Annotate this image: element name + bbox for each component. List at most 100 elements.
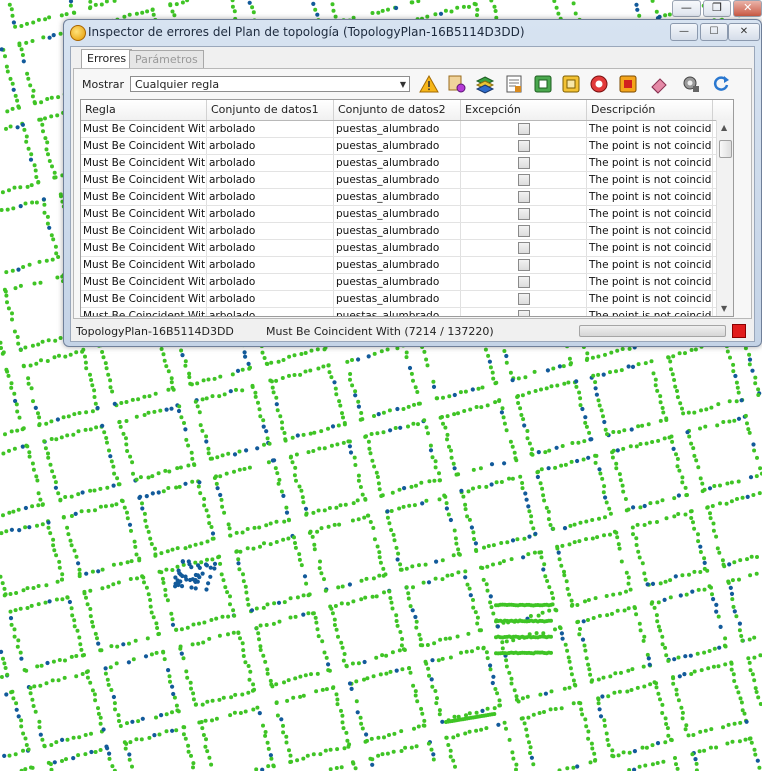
host-window-controls: — ❐ ✕ xyxy=(672,0,762,17)
table-row[interactable]: Must Be Coincident With arbolado puestas_a… xyxy=(81,257,733,274)
flash-error-icon xyxy=(590,75,608,93)
table-body: Must Be Coincident With arbolado puestas_a… xyxy=(81,121,733,316)
exception-checkbox[interactable] xyxy=(517,208,530,220)
row-exception-cell xyxy=(461,138,587,154)
row-rule-cell: Must Be Coincident With xyxy=(83,121,207,137)
row-dataset1-cell: arbolado xyxy=(207,206,334,222)
row-rule-cell: Must Be Coincident With xyxy=(83,155,207,171)
warning-button[interactable] xyxy=(418,73,440,95)
settings-button[interactable] xyxy=(680,73,702,95)
exception-checkbox[interactable] xyxy=(517,123,530,135)
row-dataset1-cell: arbolado xyxy=(207,155,334,171)
exception-checkbox[interactable] xyxy=(517,157,530,169)
zoom-extent-button[interactable] xyxy=(532,73,554,95)
stop-record-icon xyxy=(619,75,637,93)
exception-checkbox[interactable] xyxy=(517,259,530,271)
column-header-regla[interactable]: Regla xyxy=(81,100,207,120)
layers-button[interactable] xyxy=(474,73,496,95)
column-header-excepcion[interactable]: Excepción xyxy=(461,100,587,120)
row-description-cell: The point is not coincid... xyxy=(589,189,713,205)
refresh-button[interactable] xyxy=(710,73,732,95)
row-dataset2-cell: puestas_alumbrado xyxy=(334,206,461,222)
table-scrollbar[interactable]: ▲ ▼ xyxy=(716,120,733,316)
table-row[interactable]: Must Be Coincident With arbolado puestas_a… xyxy=(81,291,733,308)
errors-panel: Mostrar Cualquier regla ▼ Regla Conjunto… xyxy=(73,68,752,319)
row-rule-cell: Must Be Coincident With xyxy=(83,206,207,222)
row-dataset2-cell: puestas_alumbrado xyxy=(334,172,461,188)
chevron-down-icon: ▼ xyxy=(399,80,406,89)
minimize-button[interactable]: — xyxy=(670,23,698,41)
zoom-selection-button[interactable] xyxy=(560,73,582,95)
row-exception-cell xyxy=(461,189,587,205)
eraser-button[interactable] xyxy=(648,73,670,95)
row-description-cell: The point is not coincid... xyxy=(589,155,713,171)
exception-checkbox[interactable] xyxy=(517,310,530,316)
row-rule-cell: Must Be Coincident With xyxy=(83,189,207,205)
refresh-icon xyxy=(713,76,729,91)
rule-filter-select[interactable]: Cualquier regla ▼ xyxy=(130,76,410,92)
stop-button[interactable] xyxy=(732,324,746,338)
exception-checkbox[interactable] xyxy=(517,174,530,186)
row-description-cell: The point is not coincid... xyxy=(589,274,713,290)
host-restore-button[interactable]: ❐ xyxy=(702,0,732,17)
row-exception-cell xyxy=(461,172,587,188)
scrollbar-thumb[interactable] xyxy=(719,140,732,158)
table-row[interactable]: Must Be Coincident With arbolado puestas_a… xyxy=(81,189,733,206)
row-dataset2-cell: puestas_alumbrado xyxy=(334,291,461,307)
table-row[interactable]: Must Be Coincident With arbolado puestas_a… xyxy=(81,240,733,257)
host-minimize-button[interactable]: — xyxy=(672,0,701,17)
table-row[interactable]: Must Be Coincident With arbolado puestas_a… xyxy=(81,121,733,138)
dialog-titlebar[interactable]: Inspector de errores del Plan de topolog… xyxy=(64,20,761,46)
row-exception-cell xyxy=(461,240,587,256)
table-row[interactable]: Must Be Coincident With arbolado puestas_a… xyxy=(81,274,733,291)
exception-checkbox[interactable] xyxy=(517,191,530,203)
row-dataset1-cell: arbolado xyxy=(207,308,334,316)
table-header: Regla Conjunto de datos1 Conjunto de dat… xyxy=(81,100,733,121)
progress-bar xyxy=(579,325,726,337)
exception-checkbox[interactable] xyxy=(517,242,530,254)
table-row[interactable]: Must Be Coincident With arbolado puestas_a… xyxy=(81,223,733,240)
row-dataset1-cell: arbolado xyxy=(207,223,334,239)
report-button[interactable] xyxy=(503,73,525,95)
scroll-up-icon[interactable]: ▲ xyxy=(721,123,727,132)
row-dataset1-cell: arbolado xyxy=(207,274,334,290)
status-bar: TopologyPlan-16B5114D3DD Must Be Coincid… xyxy=(71,321,754,341)
row-rule-cell: Must Be Coincident With xyxy=(83,172,207,188)
scroll-down-icon[interactable]: ▼ xyxy=(721,304,727,313)
stop-record-button[interactable] xyxy=(617,73,639,95)
status-plan-name: TopologyPlan-16B5114D3DD xyxy=(76,325,234,338)
exception-checkbox[interactable] xyxy=(517,225,530,237)
exception-checkbox[interactable] xyxy=(517,276,530,288)
row-exception-cell xyxy=(461,155,587,171)
row-rule-cell: Must Be Coincident With xyxy=(83,138,207,154)
row-exception-cell xyxy=(461,121,587,137)
status-message: Must Be Coincident With (7214 / 137220) xyxy=(266,325,494,338)
table-row[interactable]: Must Be Coincident With arbolado puestas_a… xyxy=(81,206,733,223)
row-description-cell: The point is not coincid... xyxy=(587,308,713,316)
show-filter-label: Mostrar xyxy=(82,78,125,91)
close-button[interactable]: ✕ xyxy=(728,23,760,41)
tab-parametros[interactable]: Parámetros xyxy=(129,50,204,68)
column-header-dataset1[interactable]: Conjunto de datos1 xyxy=(207,100,334,120)
row-dataset2-cell: puestas_alumbrado xyxy=(334,189,461,205)
row-dataset2-cell: puestas_alumbrado xyxy=(334,240,461,256)
tab-errores[interactable]: Errores xyxy=(81,49,133,69)
column-header-dataset2[interactable]: Conjunto de datos2 xyxy=(334,100,461,120)
row-exception-cell xyxy=(461,206,587,222)
table-row[interactable]: Must Be Coincident With arbolado puestas_a… xyxy=(81,155,733,172)
row-dataset1-cell: arbolado xyxy=(207,189,334,205)
layers-icon xyxy=(475,76,495,94)
host-close-button[interactable]: ✕ xyxy=(733,0,762,17)
exception-checkbox[interactable] xyxy=(517,293,530,305)
table-row[interactable]: Must Be Coincident With arbolado puestas_a… xyxy=(81,138,733,155)
row-rule-cell: Must Be Coincident With xyxy=(83,291,207,307)
column-header-descripcion[interactable]: Descripción xyxy=(587,100,713,120)
report-icon xyxy=(506,75,522,93)
table-row[interactable]: Must Be Coincident With arbolado puestas_a… xyxy=(81,308,733,316)
row-dataset2-cell: puestas_alumbrado xyxy=(334,308,461,316)
maximize-button[interactable]: ☐ xyxy=(700,23,728,41)
exception-checkbox[interactable] xyxy=(517,140,530,152)
error-zoom-button[interactable] xyxy=(446,73,468,95)
flash-error-button[interactable] xyxy=(588,73,610,95)
table-row[interactable]: Must Be Coincident With arbolado puestas_a… xyxy=(81,172,733,189)
